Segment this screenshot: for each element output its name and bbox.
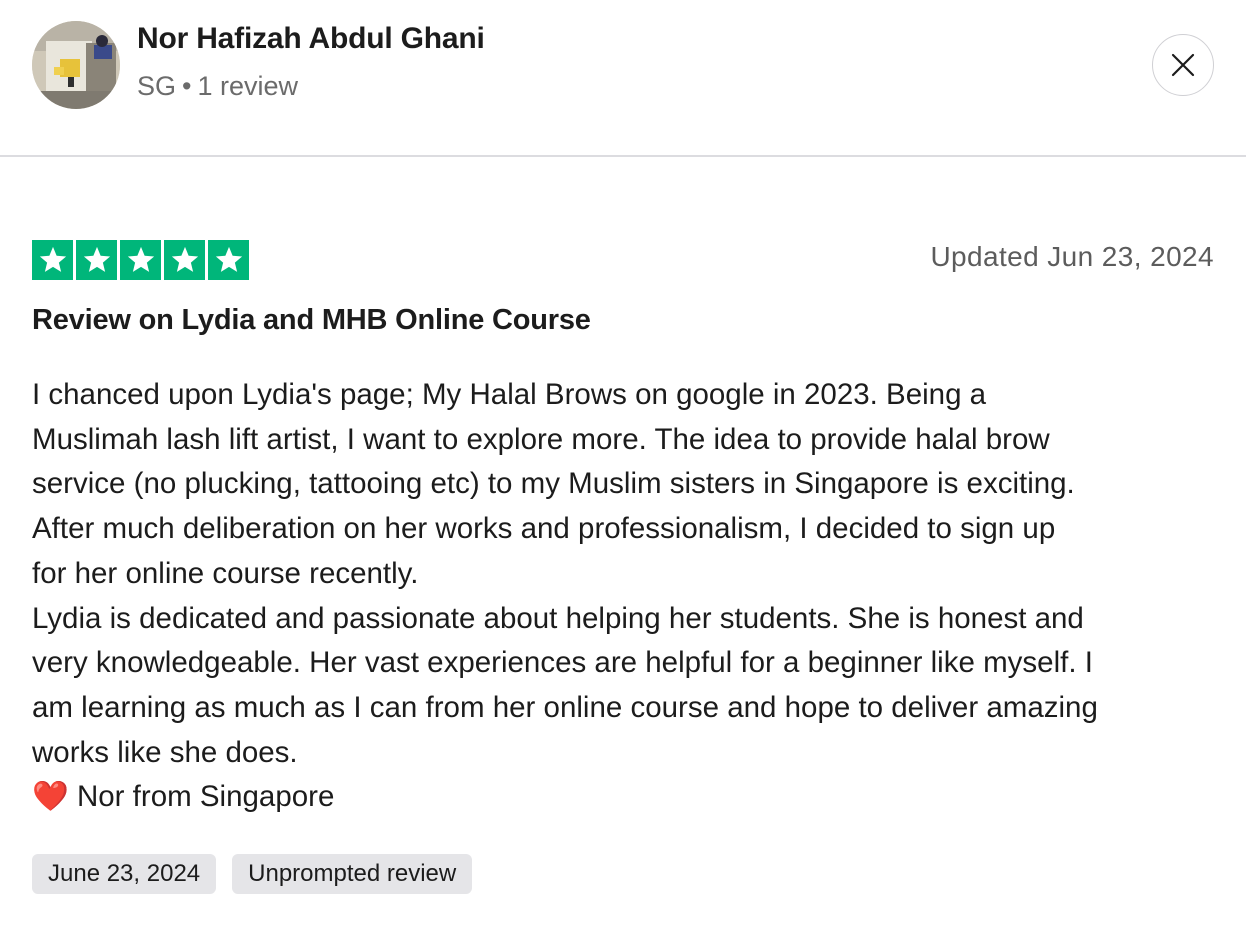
review-signoff: Nor from Singapore — [76, 780, 335, 814]
review-date-tag: June 23, 2024 — [32, 854, 217, 894]
heart-icon: ❤️ — [32, 780, 69, 814]
avatar[interactable] — [32, 21, 120, 109]
star-icon — [215, 246, 242, 272]
close-icon — [1171, 53, 1195, 77]
star-icon — [83, 246, 110, 272]
star-icon — [39, 246, 66, 272]
review-body-line: Lydia is dedicated and passionate about … — [32, 601, 1084, 635]
star-box — [164, 240, 205, 280]
star-icon — [127, 246, 154, 272]
review-body-line: After much deliberation on her works and… — [32, 512, 1056, 546]
avatar-photo — [32, 21, 120, 109]
reviewer-country: SG — [137, 71, 177, 101]
review-body-line: service (no plucking, tattooing etc) to … — [32, 467, 1075, 501]
updated-date: Updated Jun 23, 2024 — [930, 241, 1214, 272]
unprompted-review-tag[interactable]: Unprompted review — [232, 854, 473, 894]
close-button[interactable] — [1152, 34, 1214, 96]
star-box — [120, 240, 161, 280]
review-signoff-line: ❤️ Nor from Singapore — [32, 775, 1222, 820]
review-body-line: for her online course recently. — [32, 556, 419, 590]
review-body-line: works like she does. — [32, 735, 298, 769]
reviewer-review-count: 1 review — [197, 71, 299, 101]
star-box — [76, 240, 117, 280]
review-body-line: I chanced upon Lydia's page; My Halal Br… — [32, 378, 987, 411]
review-body-line: am learning as much as I can from her on… — [32, 690, 1098, 724]
review-body-line: Muslimah lash lift artist, I want to exp… — [32, 422, 1050, 456]
reviewer-name[interactable]: Nor Hafizah Abdul Ghani — [137, 22, 485, 56]
star-rating — [32, 240, 249, 280]
star-box — [32, 240, 73, 280]
review-tags: June 23, 2024 Unprompted review — [32, 854, 473, 894]
meta-separator: • — [182, 71, 192, 101]
star-icon — [171, 246, 198, 272]
reviewer-header: Nor Hafizah Abdul Ghani SG • 1 review — [0, 0, 1246, 157]
review-body-line: very knowledgeable. Her vast experiences… — [32, 646, 1093, 680]
review-body: I chanced upon Lydia's page; My Halal Br… — [32, 373, 1222, 820]
review-modal: Nor Hafizah Abdul Ghani SG • 1 review Upda… — [0, 0, 1246, 926]
star-box — [208, 240, 249, 280]
review-title: Review on Lydia and MHB Online Course — [32, 304, 591, 336]
reviewer-meta: SG • 1 review — [137, 71, 298, 102]
